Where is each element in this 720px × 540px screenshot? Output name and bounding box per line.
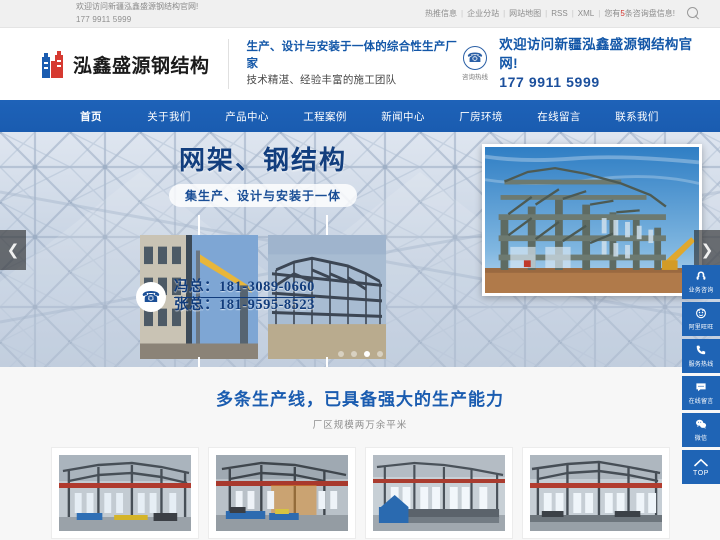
factory-card-2[interactable] — [207, 447, 356, 539]
top-welcome-text: 欢迎访问新疆泓鑫盛源钢结构官网! — [76, 2, 199, 12]
nav-item-contact[interactable]: 联系我们 — [598, 109, 676, 124]
nav-item-cases[interactable]: 工程案例 — [286, 109, 364, 124]
side-button-service-hotline[interactable]: 服务热线 — [682, 339, 720, 373]
side-button-label: 业务咨询 — [688, 288, 714, 294]
side-button-label: TOP — [692, 470, 710, 477]
divider: | — [503, 9, 506, 18]
side-button-aliwangwang[interactable]: 阿里旺旺 — [682, 302, 720, 336]
top-phone-text: 177 9911 5999 — [76, 14, 132, 24]
side-button-business-consult[interactable]: 业务咨询 — [682, 265, 720, 299]
floating-side-panel: 业务咨询 阿里旺旺 服务热线 在线留言 微信 TOP — [682, 265, 720, 484]
top-link-sitemap[interactable]: 网站地图 — [509, 8, 541, 19]
side-button-label: 服务热线 — [688, 362, 714, 368]
banner-contact-phones: ☎ 冯总：181-3089-0660 张总：181-9595-8523 — [136, 279, 315, 313]
factory-workshop-photo-4 — [529, 455, 662, 531]
divider: | — [571, 9, 574, 18]
top-bar-left: 欢迎访问新疆泓鑫盛源钢结构官网! 177 9911 5999 — [0, 1, 198, 26]
production-capacity-section: 多条生产线，已具备强大的生产能力 厂区规模两万余平米 — [0, 367, 720, 540]
factory-card-3[interactable] — [364, 447, 513, 539]
top-bar-links: 热推信息 | 企业分站 | 网站地图 | RSS | XML | 您有5条咨询盘… — [425, 7, 700, 20]
chevron-left-icon: ❮ — [6, 242, 20, 259]
phone-circle-icon: ☎ 咨询热线 — [460, 46, 491, 81]
banner-phone-lines: 冯总：181-3089-0660 张总：181-9595-8523 — [174, 279, 315, 313]
site-header: 泓鑫盛源钢结构 生产、设计与安装于一体的综合性生产厂家 技术精湛、经验丰富的施工… — [0, 28, 720, 100]
steel-structure-building-photo — [482, 144, 702, 296]
header-slogan: 生产、设计与安装于一体的综合性生产厂家 技术精湛、经验丰富的施工团队 — [227, 38, 460, 90]
nav-item-products[interactable]: 产品中心 — [208, 109, 286, 124]
hotline-number: 177 9911 5999 — [499, 73, 600, 90]
logo[interactable]: 泓鑫盛源钢结构 — [40, 49, 210, 79]
side-button-online-message[interactable]: 在线留言 — [682, 376, 720, 410]
main-navigation: 首页 关于我们 产品中心 工程案例 新闻中心 厂房环境 在线留言 联系我们 — [0, 100, 720, 132]
message-icon — [695, 381, 707, 395]
factory-photo-cards — [0, 431, 720, 539]
top-link-xml[interactable]: XML — [578, 9, 594, 18]
inquiry-suffix: 条咨询盘信息! — [624, 9, 675, 18]
hotline-title: 欢迎访问新疆泓鑫盛源钢结构官网! — [499, 37, 693, 71]
carousel-dot-2[interactable] — [350, 351, 357, 357]
aliwangwang-icon — [695, 307, 707, 321]
carousel-dots — [0, 351, 720, 357]
carousel-dot-3[interactable] — [363, 351, 370, 357]
phone-icon — [695, 344, 707, 358]
wechat-icon — [695, 418, 707, 432]
nav-item-news[interactable]: 新闻中心 — [364, 109, 442, 124]
top-link-inquiry[interactable]: 您有5条咨询盘信息! — [604, 8, 675, 19]
factory-card-4[interactable] — [521, 447, 670, 539]
divider: | — [545, 9, 548, 18]
side-button-back-to-top[interactable]: TOP — [682, 450, 720, 484]
factory-card-1[interactable] — [50, 447, 199, 539]
header-hotline: ☎ 咨询热线 欢迎访问新疆泓鑫盛源钢结构官网! 177 9911 5999 — [460, 36, 702, 91]
factory-workshop-photo-2 — [215, 455, 348, 531]
slogan-line-2: 技术精湛、经验丰富的施工团队 — [246, 74, 397, 87]
factory-workshop-photo-3 — [372, 455, 505, 531]
divider: | — [598, 9, 601, 18]
logo-title: 泓鑫盛源钢结构 — [73, 55, 210, 77]
nav-item-about[interactable]: 关于我们 — [130, 109, 208, 124]
banner-title: 网架、钢结构 — [178, 145, 347, 175]
side-button-label: 微信 — [694, 436, 708, 442]
nav-item-home[interactable]: 首页 — [52, 109, 130, 124]
hotline-label: 咨询热线 — [461, 74, 488, 82]
carousel-prev-button[interactable]: ❮ — [0, 230, 26, 270]
banner-phone-1: 冯总：181-3089-0660 — [174, 279, 315, 298]
nav-item-message[interactable]: 在线留言 — [520, 109, 598, 124]
building-logo-icon — [40, 49, 66, 79]
divider: | — [461, 9, 464, 18]
phone-glyph: ☎ — [462, 46, 487, 71]
top-link-hot-info[interactable]: 热推信息 — [425, 8, 457, 19]
chevron-right-icon: ❯ — [700, 242, 714, 259]
headset-icon — [695, 270, 707, 284]
top-bar: 欢迎访问新疆泓鑫盛源钢结构官网! 177 9911 5999 热推信息 | 企业… — [0, 0, 720, 28]
banner-subtitle: 集生产、设计与安装于一体 — [168, 184, 357, 207]
nav-item-factory[interactable]: 厂房环境 — [442, 109, 520, 124]
hero-banner: 网架、钢结构 集生产、设计与安装于一体 ☎ 冯总：181-3089-0660 张… — [0, 132, 720, 367]
hotline-text: 欢迎访问新疆泓鑫盛源钢结构官网! 177 9911 5999 — [499, 36, 702, 91]
top-link-branch-site[interactable]: 企业分站 — [467, 8, 499, 19]
side-button-label: 阿里旺旺 — [688, 325, 714, 331]
side-button-label: 在线留言 — [688, 399, 714, 405]
inquiry-prefix: 您有 — [604, 9, 621, 18]
section-title: 多条生产线，已具备强大的生产能力 — [216, 390, 504, 409]
chevron-up-icon — [694, 457, 708, 469]
page-root: 欢迎访问新疆泓鑫盛源钢结构官网! 177 9911 5999 热推信息 | 企业… — [0, 0, 720, 540]
top-link-rss[interactable]: RSS — [551, 9, 567, 18]
factory-workshop-photo-1 — [58, 455, 191, 531]
section-subtitle: 厂区规模两万余平米 — [312, 420, 408, 431]
slogan-line-1: 生产、设计与安装于一体的综合性生产厂家 — [246, 40, 458, 71]
banner-phone-2: 张总：181-9595-8523 — [174, 296, 315, 313]
phone-icon: ☎ — [136, 281, 166, 312]
carousel-next-button[interactable]: ❯ — [694, 230, 720, 270]
side-button-wechat[interactable]: 微信 — [682, 413, 720, 447]
search-icon[interactable] — [687, 7, 700, 20]
carousel-dot-1[interactable] — [337, 351, 344, 357]
carousel-dot-4[interactable] — [376, 351, 383, 357]
